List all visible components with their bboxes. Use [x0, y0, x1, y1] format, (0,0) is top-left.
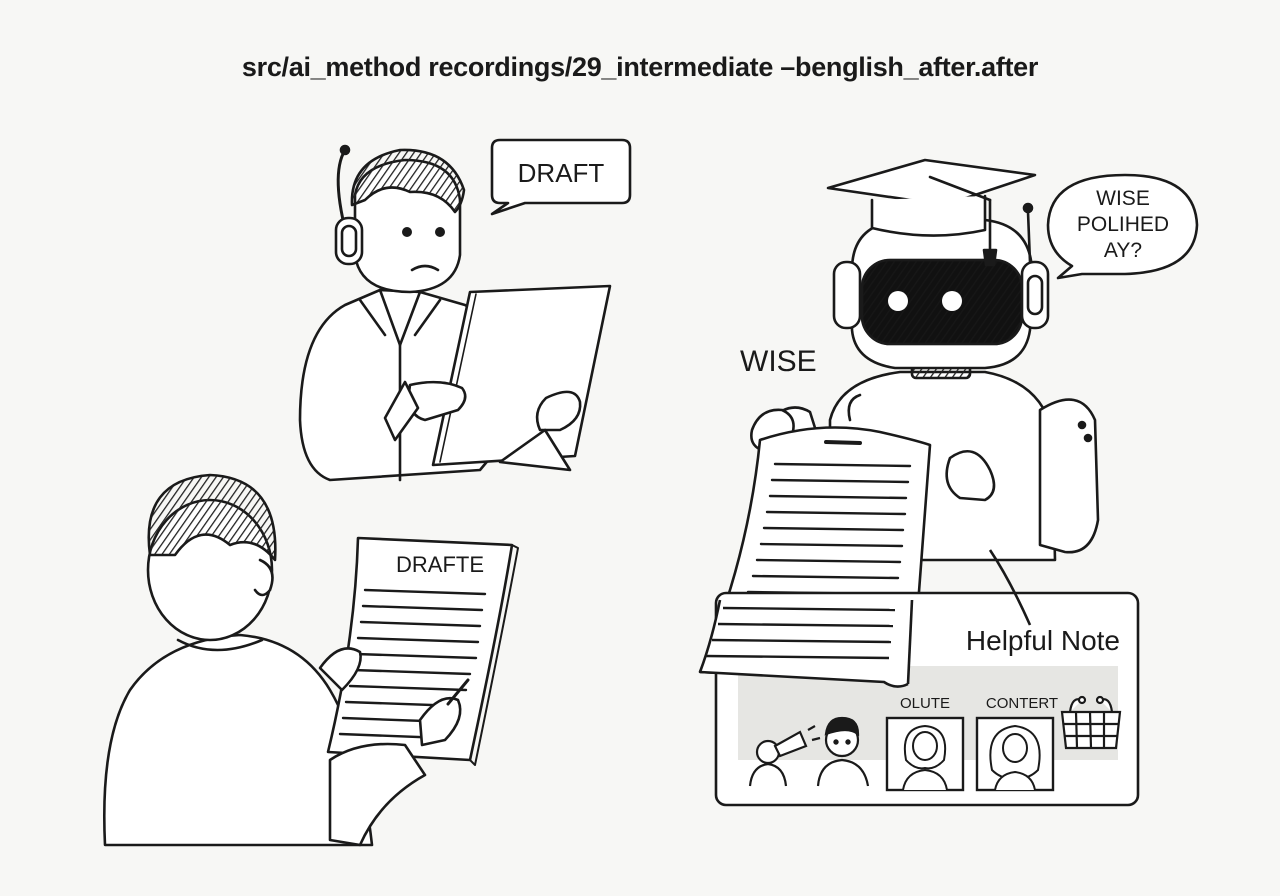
robot-caption: WISE: [740, 345, 817, 378]
bottom-person: DRAFTE: [102, 473, 519, 847]
robot-speech-line-2: POLIHED: [1077, 213, 1169, 236]
illustration-canvas: src/ai_method recordings/29_intermediate…: [0, 0, 1280, 896]
speech-bubble-draft: DRAFT: [490, 138, 632, 216]
robot-speech-line-1: WISE: [1096, 187, 1150, 210]
scene-svg: DRAFT DRAFTE WISE WISE POLIHED AY? Helpf…: [102, 138, 1199, 847]
thumb-label-olute: OLUTE: [900, 695, 950, 712]
thumb-contert: CONTERT: [975, 695, 1058, 792]
robot-speech-line-3: AY?: [1104, 239, 1142, 262]
speech-bubble-robot: WISE POLIHED AY?: [1046, 173, 1199, 280]
document-heading: DRAFTE: [396, 552, 484, 577]
thumb-label-contert: CONTERT: [986, 695, 1058, 712]
note-title: Helpful Note: [966, 625, 1120, 656]
speech-draft-text: DRAFT: [518, 158, 605, 188]
